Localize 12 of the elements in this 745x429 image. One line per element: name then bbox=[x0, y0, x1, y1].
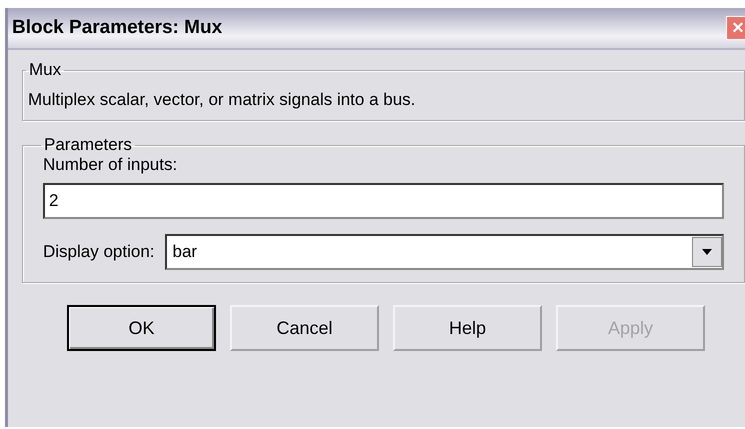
group-title: Parameters bbox=[43, 135, 133, 155]
dialog-button[interactable]: Help bbox=[393, 305, 542, 351]
group-title: Mux bbox=[28, 60, 62, 80]
field-label: Number of inputs: bbox=[43, 155, 178, 175]
window-title: Block Parameters: Mux bbox=[12, 17, 222, 39]
input-field[interactable]: 2 bbox=[43, 183, 724, 219]
dialog-button[interactable]: OK bbox=[67, 305, 216, 351]
dialog-button[interactable]: Cancel bbox=[230, 305, 379, 351]
dropdown[interactable]: bar bbox=[164, 234, 724, 270]
caret-icon bbox=[702, 249, 712, 255]
field-label: Display option: bbox=[43, 242, 155, 262]
description-text: Multiplex scalar, vector, or matrix signals into a bus. bbox=[28, 90, 416, 110]
